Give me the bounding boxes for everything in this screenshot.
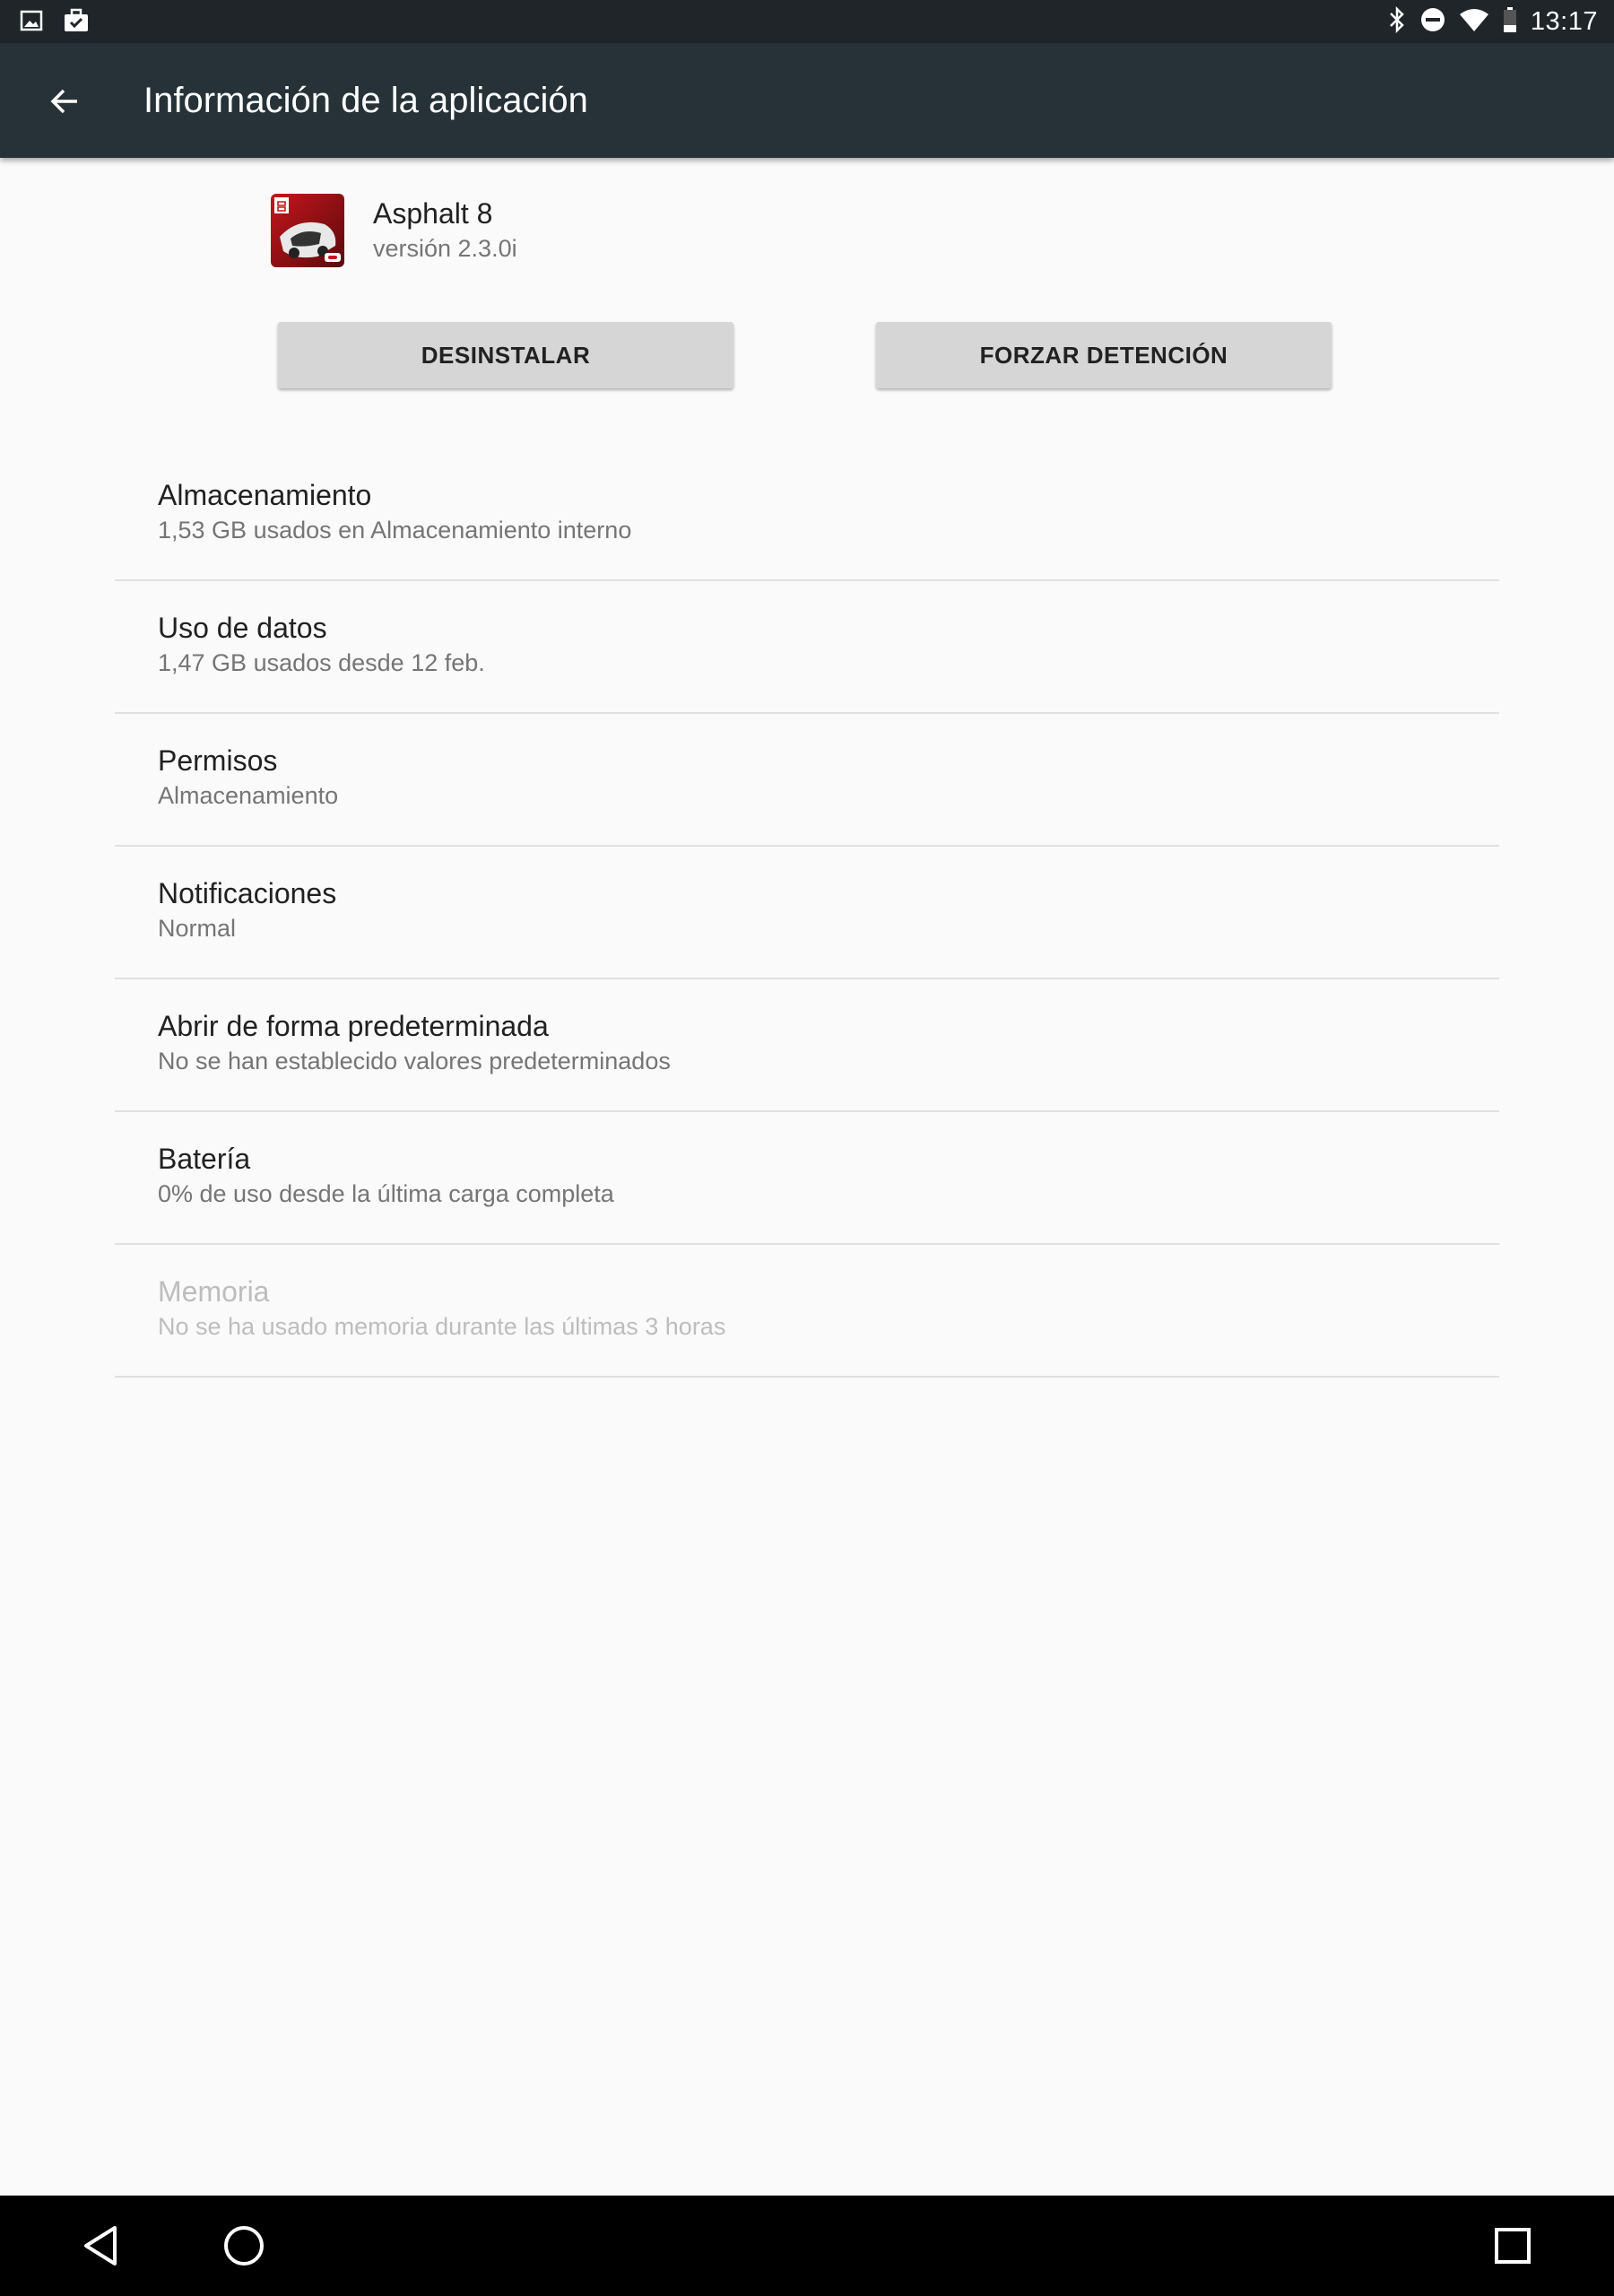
app-settings-list: Almacenamiento 1,53 GB usados en Almacen… <box>115 448 1499 1378</box>
app-name: Asphalt 8 <box>373 197 493 230</box>
list-item-battery[interactable]: Batería 0% de uso desde la última carga … <box>115 1112 1499 1245</box>
list-item-subtitle: No se ha usado memoria durante las últim… <box>158 1313 726 1340</box>
list-item-title: Almacenamiento <box>158 479 372 511</box>
list-item-subtitle: Normal <box>158 915 237 942</box>
list-item-permissions[interactable]: Permisos Almacenamiento <box>115 714 1499 847</box>
list-item-subtitle: 0% de uso desde la última carga completa <box>158 1180 614 1207</box>
nav-home-button[interactable] <box>217 2219 271 2273</box>
battery-icon <box>1502 6 1518 38</box>
list-item-storage[interactable]: Almacenamiento 1,53 GB usados en Almacen… <box>115 448 1499 581</box>
asphalt-app-icon <box>271 194 344 267</box>
list-item-title: Permisos <box>158 744 278 777</box>
list-item-title: Batería <box>158 1143 251 1175</box>
page-title: Información de la aplicación <box>143 81 588 120</box>
list-item-subtitle: 1,47 GB usados desde 12 feb. <box>158 649 485 676</box>
list-item-title: Memoria <box>158 1275 270 1308</box>
list-item-title: Abrir de forma predeterminada <box>158 1010 549 1042</box>
status-bar-right: 13:17 <box>1387 0 1598 43</box>
list-item-open-by-default[interactable]: Abrir de forma predeterminada No se han … <box>115 979 1499 1112</box>
list-item-data-usage[interactable]: Uso de datos 1,47 GB usados desde 12 feb… <box>115 581 1499 714</box>
home-circle-icon <box>224 2226 264 2266</box>
list-item-title: Notificaciones <box>158 877 337 909</box>
uninstall-button[interactable]: DESINSTALAR <box>278 322 733 388</box>
back-button[interactable] <box>39 79 90 124</box>
force-stop-button[interactable]: FORZAR DETENCIÓN <box>876 322 1332 388</box>
briefcase-check-icon <box>63 7 90 39</box>
back-triangle-icon <box>84 2226 117 2266</box>
status-bar-left-icons <box>20 7 90 39</box>
navigation-bar <box>0 2196 1614 2296</box>
image-icon <box>20 9 43 37</box>
nav-recents-button[interactable] <box>1486 2219 1540 2273</box>
app-toolbar: Información de la aplicación <box>0 43 1614 158</box>
arrow-back-icon <box>50 89 77 114</box>
nav-back-button[interactable] <box>74 2219 127 2273</box>
status-bar-time: 13:17 <box>1530 6 1598 36</box>
app-version: versión 2.3.0i <box>373 235 517 262</box>
recents-square-icon <box>1495 2228 1531 2264</box>
list-item-subtitle: 1,53 GB usados en Almacenamiento interno <box>158 517 632 544</box>
list-item-notifications[interactable]: Notificaciones Normal <box>115 847 1499 979</box>
list-item-memory: Memoria No se ha usado memoria durante l… <box>115 1245 1499 1378</box>
bluetooth-icon <box>1387 5 1407 38</box>
do-not-disturb-icon <box>1419 6 1446 38</box>
list-item-subtitle: Almacenamiento <box>158 782 339 809</box>
status-bar: 13:17 <box>0 0 1614 43</box>
wifi-icon <box>1459 7 1489 37</box>
list-item-title: Uso de datos <box>158 612 327 644</box>
list-item-subtitle: No se han establecido valores predetermi… <box>158 1048 671 1074</box>
